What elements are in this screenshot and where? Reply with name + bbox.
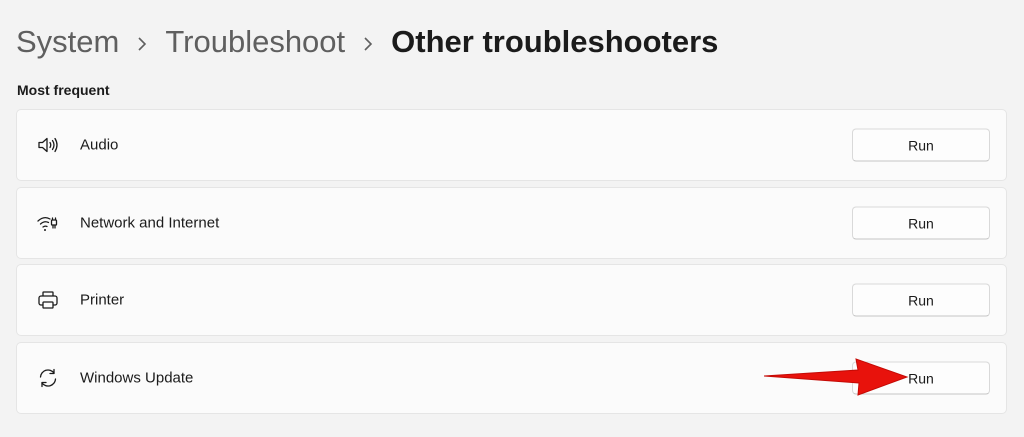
- troubleshooter-audio: Audio Run: [16, 109, 1007, 181]
- section-title: Most frequent: [17, 82, 110, 98]
- chevron-right-icon: [345, 22, 391, 62]
- chevron-right-icon: [119, 22, 165, 62]
- annotation-arrow-icon: [764, 358, 909, 396]
- run-network-button[interactable]: Run: [852, 206, 990, 240]
- troubleshooter-label: Audio: [80, 136, 119, 154]
- wifi-ethernet-icon: [36, 211, 60, 235]
- printer-icon: [36, 288, 60, 312]
- troubleshooter-label: Network and Internet: [80, 214, 220, 232]
- troubleshooter-label: Printer: [80, 291, 125, 309]
- breadcrumb-system[interactable]: System: [16, 22, 119, 62]
- troubleshooter-label: Windows Update: [80, 369, 194, 387]
- sync-icon: [36, 366, 60, 390]
- breadcrumb: System Troubleshoot Other troubleshooter…: [16, 22, 718, 62]
- troubleshooter-network: Network and Internet Run: [16, 187, 1007, 259]
- speaker-icon: [36, 133, 60, 157]
- page-title: Other troubleshooters: [391, 24, 719, 59]
- troubleshooter-printer: Printer Run: [16, 264, 1007, 336]
- run-printer-button[interactable]: Run: [852, 283, 990, 317]
- run-audio-button[interactable]: Run: [852, 128, 990, 162]
- breadcrumb-troubleshoot[interactable]: Troubleshoot: [165, 22, 345, 62]
